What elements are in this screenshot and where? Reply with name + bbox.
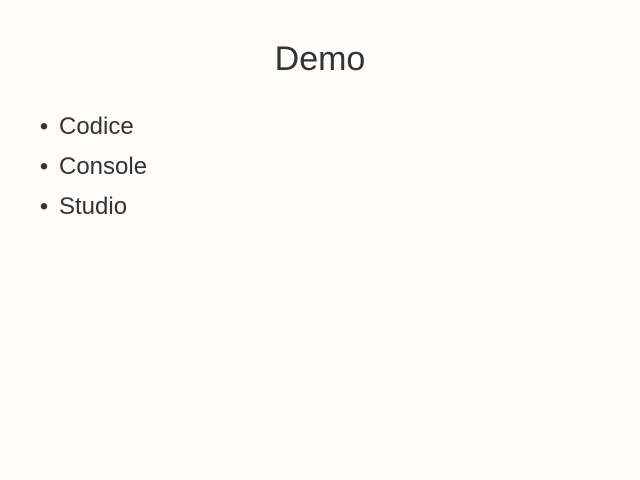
list-item-label: Codice: [59, 113, 134, 140]
list-item: • Console: [0, 150, 147, 190]
bullet-list: • Codice • Console • Studio: [0, 110, 147, 230]
slide-page: Demo • Codice • Console • Studio: [0, 0, 640, 480]
bullet-icon: •: [39, 153, 49, 180]
list-item-label: Studio: [59, 193, 128, 220]
bullet-icon: •: [39, 113, 49, 140]
slide-title: Demo: [274, 40, 366, 78]
list-item-label: Console: [59, 153, 148, 180]
list-item: • Codice: [0, 110, 147, 150]
bullet-icon: •: [39, 193, 49, 220]
list-item: • Studio: [0, 190, 147, 230]
